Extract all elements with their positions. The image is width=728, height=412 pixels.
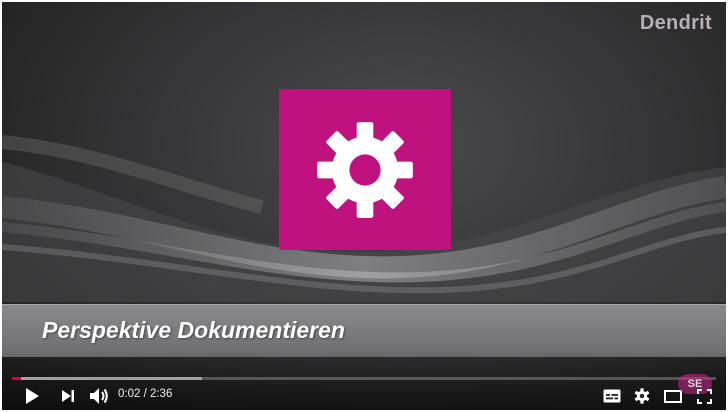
settings-button[interactable] xyxy=(630,384,654,408)
video-player[interactable]: Dendrit Perspektive Dokumentieren 0:02 /… xyxy=(2,2,726,410)
theater-mode-icon xyxy=(664,389,682,403)
time-display: 0:02 / 2:36 xyxy=(118,388,173,400)
play-button[interactable] xyxy=(20,384,44,408)
play-icon xyxy=(26,388,39,404)
progress-loaded xyxy=(12,377,203,380)
progress-bar[interactable] xyxy=(12,377,716,380)
captions-icon xyxy=(603,389,621,403)
progress-played xyxy=(12,377,22,380)
fullscreen-icon xyxy=(696,388,712,404)
next-icon xyxy=(62,390,74,402)
next-button[interactable] xyxy=(56,384,80,408)
brand-logo: Dendrit xyxy=(639,12,712,34)
gear-icon xyxy=(317,121,413,218)
captions-button[interactable] xyxy=(600,384,624,408)
slide-icon-tile xyxy=(279,89,451,250)
fullscreen-button[interactable] xyxy=(692,384,716,408)
gear-icon xyxy=(634,388,650,404)
volume-button[interactable] xyxy=(86,384,112,408)
volume-icon xyxy=(90,388,108,404)
slide-title: Perspektive Dokumentieren xyxy=(42,317,345,343)
